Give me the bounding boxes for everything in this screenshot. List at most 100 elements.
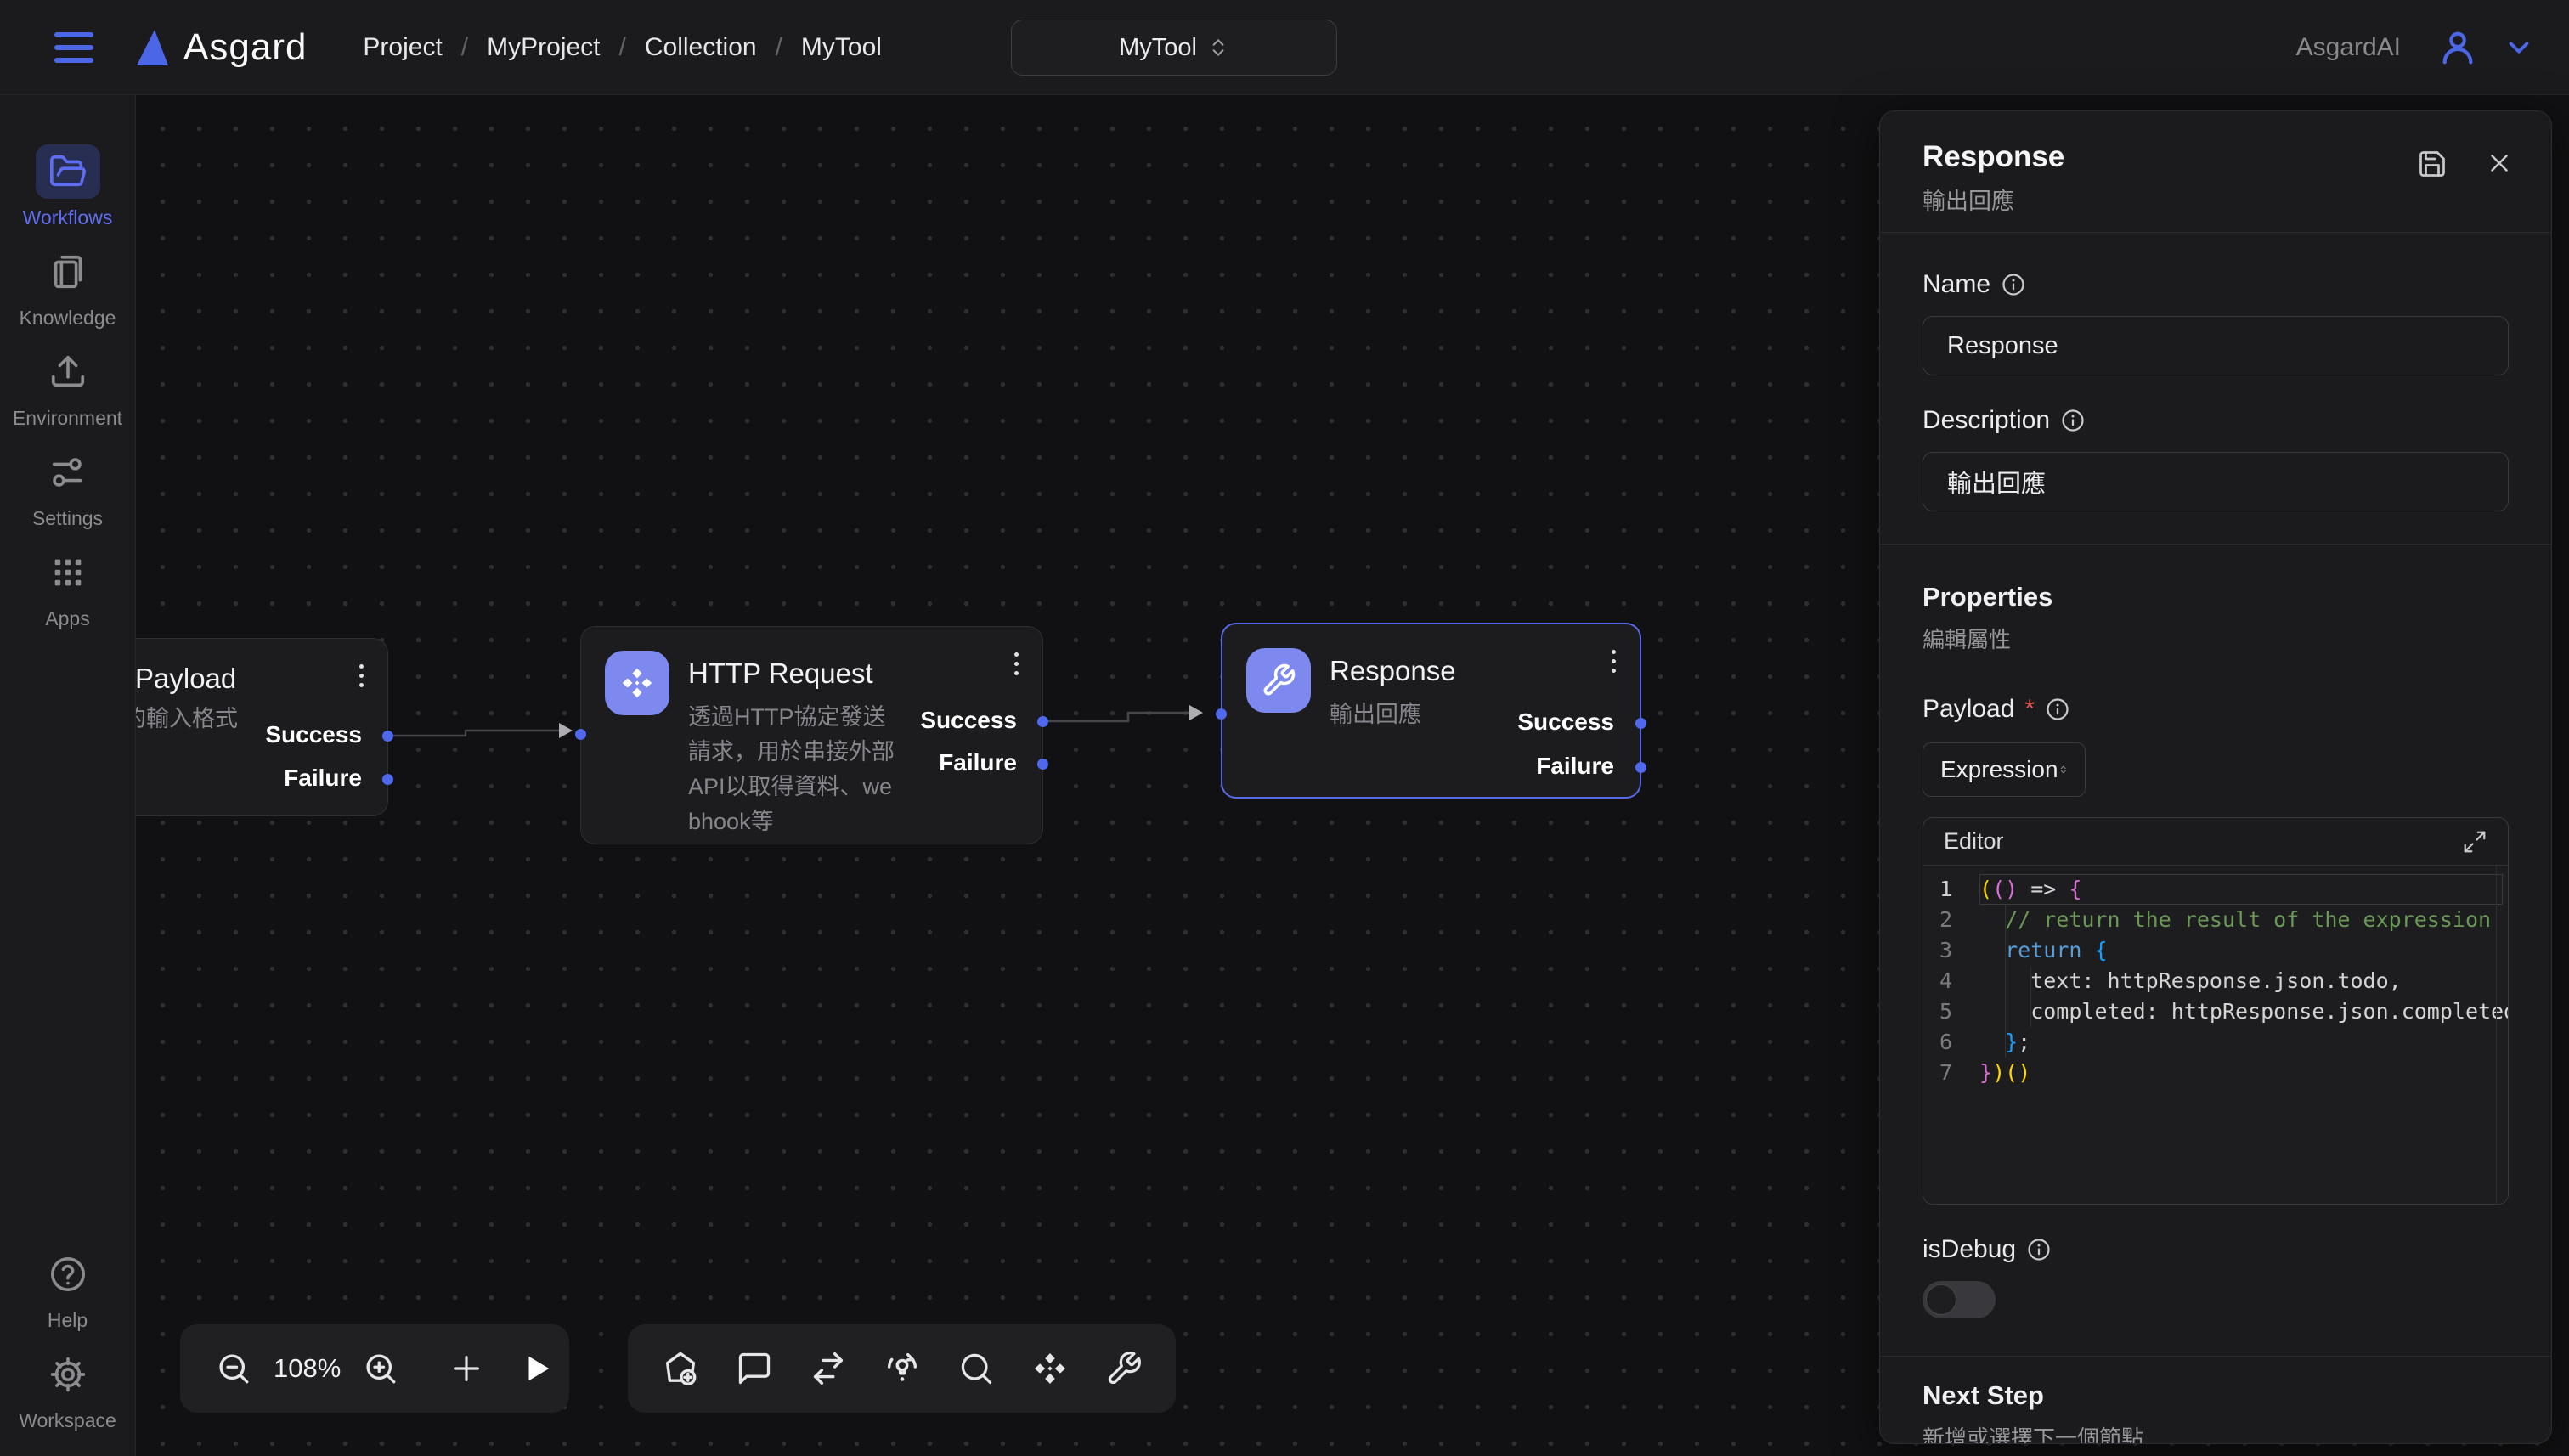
description-field[interactable] — [1923, 452, 2509, 511]
swap-arrows-button[interactable] — [809, 1349, 848, 1388]
response-node-icon — [1246, 648, 1311, 713]
node-menu-icon[interactable] — [1011, 649, 1022, 679]
code-line-3[interactable]: 3 return { — [1923, 935, 2508, 966]
zoom-toolbar: 108% — [180, 1324, 569, 1413]
editor-title: Editor — [1944, 828, 2004, 855]
port-dot-success[interactable] — [1037, 716, 1048, 727]
node-menu-icon[interactable] — [356, 661, 367, 691]
next-step-section: Next Step 新增或選擇下一個節點 Success 新增目標節點 — [1880, 1357, 2551, 1444]
sidebar-item-environment[interactable]: Environment — [13, 345, 122, 430]
add-button[interactable] — [449, 1352, 483, 1385]
port-label-success: Success — [920, 707, 1017, 734]
zoom-out-icon — [216, 1351, 251, 1386]
add-node-icon — [661, 1349, 700, 1388]
info-icon[interactable] — [2026, 1237, 2052, 1262]
comment-button[interactable] — [736, 1350, 773, 1387]
wrench-icon — [1105, 1350, 1143, 1387]
sidebar-item-workflows[interactable]: Workflows — [23, 144, 113, 229]
edge-arrowhead — [559, 723, 573, 738]
save-icon[interactable] — [2417, 149, 2448, 179]
node-menu-icon[interactable] — [1608, 646, 1619, 676]
comment-icon — [736, 1350, 773, 1387]
menu-button[interactable] — [54, 32, 93, 63]
canvas-toolbar — [628, 1324, 1176, 1413]
upload-icon — [48, 353, 88, 392]
tool-select-dropdown[interactable]: MyTool — [1011, 20, 1337, 76]
breadcrumb-mytool[interactable]: MyTool — [801, 33, 882, 62]
close-icon[interactable] — [2485, 149, 2514, 178]
plus-icon — [449, 1352, 483, 1385]
node-http-request[interactable]: HTTP Request 透過HTTP協定發送請求，用於串接外部API以取得資料… — [580, 626, 1043, 844]
sidebar-item-apps[interactable]: Apps — [36, 545, 100, 630]
node-payload[interactable]: Payload 的輸入格式 Success Failure — [136, 638, 388, 816]
next-step-title: Next Step — [1923, 1380, 2509, 1411]
search-button[interactable] — [957, 1350, 995, 1387]
panel-subtitle: 輸出回應 — [1923, 183, 2064, 216]
book-icon — [48, 252, 88, 291]
gear-icon — [48, 1355, 88, 1394]
search-icon — [957, 1350, 995, 1387]
node-properties-panel: Response 輸出回應 Name Description Propertie… — [1879, 110, 2552, 1444]
port-dot-success[interactable] — [1635, 718, 1646, 729]
required-mark: * — [2024, 695, 2035, 724]
chevrons-up-down-icon — [2058, 759, 2068, 780]
code-line-6[interactable]: 6 }; — [1923, 1027, 2508, 1058]
payload-type-select[interactable]: Expression — [1923, 742, 2086, 797]
user-label: AsgardAI — [2296, 33, 2401, 62]
breadcrumb-project[interactable]: Project — [363, 33, 442, 62]
sidebar-item-help[interactable]: Help — [36, 1247, 100, 1332]
sidebar-item-knowledge[interactable]: Knowledge — [20, 245, 116, 330]
description-label: Description — [1923, 406, 2050, 435]
code-line-1[interactable]: 1(() => { — [1923, 874, 2508, 905]
port-dot-failure[interactable] — [1037, 759, 1048, 770]
properties-section: Properties 編輯屬性 Payload * Expression Edi… — [1880, 545, 2551, 1356]
zoom-in-button[interactable] — [363, 1351, 398, 1386]
code-line-5[interactable]: 5 completed: httpResponse.json.completed — [1923, 996, 2508, 1027]
sidebar: Workflows Knowledge Environment Settings… — [0, 95, 136, 1456]
node-title: Payload — [136, 663, 364, 695]
panel-title: Response — [1923, 140, 2064, 174]
isdebug-label: isDebug — [1923, 1235, 2016, 1264]
breadcrumb: Project / MyProject / Collection / MyToo… — [363, 33, 882, 62]
sidebar-item-workspace[interactable]: Workspace — [19, 1347, 116, 1432]
asgard-logo-icon — [134, 28, 172, 67]
breadcrumb-collection[interactable]: Collection — [645, 33, 757, 62]
info-icon[interactable] — [2001, 272, 2026, 297]
editor-scrollbar[interactable] — [2496, 866, 2508, 1205]
code-line-7[interactable]: 7})() — [1923, 1058, 2508, 1088]
nodes-map-button[interactable] — [1030, 1349, 1070, 1388]
sidebar-item-settings[interactable]: Settings — [32, 445, 103, 530]
code-line-4[interactable]: 4 text: httpResponse.json.todo, — [1923, 966, 2508, 996]
chevrons-up-down-icon — [1207, 37, 1229, 59]
info-icon[interactable] — [2045, 697, 2070, 722]
add-node-button[interactable] — [661, 1349, 700, 1388]
node-description: 透過HTTP協定發送請求，用於串接外部API以取得資料、webhook等 — [688, 700, 905, 839]
port-label-success: Success — [265, 721, 362, 748]
breadcrumb-myproject[interactable]: MyProject — [487, 33, 600, 62]
http-request-node-icon — [605, 651, 669, 715]
port-dot-success[interactable] — [382, 731, 393, 742]
port-dot-input[interactable] — [575, 729, 586, 740]
port-dot-failure[interactable] — [382, 774, 393, 785]
auto-layout-button[interactable] — [883, 1349, 922, 1388]
port-dot-input[interactable] — [1216, 708, 1227, 720]
code-editor[interactable]: 1(() => {2 // return the result of the e… — [1923, 866, 2508, 1205]
expand-icon[interactable] — [2462, 829, 2487, 855]
grid-dots-icon — [48, 553, 88, 592]
code-line-2[interactable]: 2 // return the result of the expression — [1923, 905, 2508, 935]
expression-editor: Editor 1(() => {2 // return the result o… — [1923, 817, 2509, 1205]
node-response[interactable]: Response 輸出回應 Success Failure — [1221, 623, 1641, 799]
name-field[interactable] — [1923, 316, 2509, 375]
port-label-success: Success — [1517, 708, 1614, 736]
name-label: Name — [1923, 270, 1990, 299]
zoom-out-button[interactable] — [216, 1351, 251, 1386]
tools-button[interactable] — [1105, 1350, 1143, 1387]
info-icon[interactable] — [2060, 408, 2086, 433]
chevron-down-icon[interactable] — [2503, 31, 2535, 64]
properties-title: Properties — [1923, 582, 2509, 612]
help-circle-icon — [48, 1255, 88, 1294]
run-button[interactable] — [521, 1352, 553, 1385]
port-dot-failure[interactable] — [1635, 762, 1646, 773]
isdebug-toggle[interactable] — [1923, 1281, 1996, 1318]
user-icon[interactable] — [2438, 28, 2477, 67]
